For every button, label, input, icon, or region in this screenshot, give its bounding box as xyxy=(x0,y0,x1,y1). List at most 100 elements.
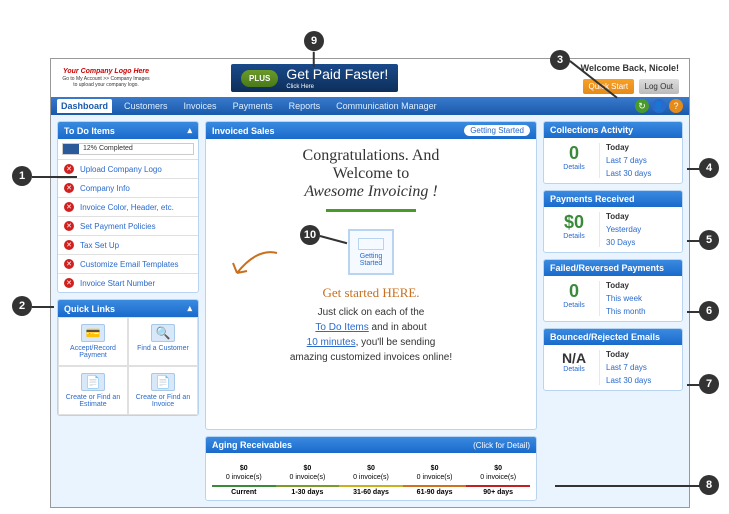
x-icon: ✕ xyxy=(64,183,74,193)
nav-payments[interactable]: Payments xyxy=(229,99,277,113)
aging-val: $0 xyxy=(339,465,403,472)
aging-col-current[interactable]: $0 0 invoice(s) Current xyxy=(212,465,276,496)
aging-col-61-90[interactable]: $0 0 invoice(s) 61-90 days xyxy=(403,465,467,496)
aging-hint: (Click for Detail) xyxy=(473,441,530,450)
stat-link-30days[interactable]: Last 30 days xyxy=(606,376,677,385)
stat-link-week[interactable]: This week xyxy=(606,294,677,303)
x-icon: ✕ xyxy=(64,240,74,250)
todo-item-invoice-color[interactable]: ✕Invoice Color, Header, etc. xyxy=(58,197,198,216)
todo-panel: To Do Items ▴ 12% Completed ✕ Upload Comp… xyxy=(57,121,199,293)
stat-num: $0 xyxy=(549,212,599,233)
log-out-button[interactable]: Log Out xyxy=(639,79,679,94)
stat-link-30days[interactable]: Last 30 days xyxy=(606,169,677,178)
refresh-icon[interactable]: ↻ xyxy=(635,99,649,113)
help-icon[interactable]: ? xyxy=(669,99,683,113)
todo-label: Set Payment Policies xyxy=(80,222,156,231)
logo-title: Your Company Logo Here xyxy=(61,68,151,76)
todo-item-payment-policies[interactable]: ✕ Set Payment Policies xyxy=(58,216,198,235)
film-icon xyxy=(358,238,384,250)
gs-box-label: Getting Started xyxy=(350,253,392,267)
stat-details-link[interactable]: Details xyxy=(549,302,599,309)
nav-customers[interactable]: Customers xyxy=(120,99,172,113)
todo-label: Invoice Start Number xyxy=(80,279,155,288)
aging-col-31-60[interactable]: $0 0 invoice(s) 31-60 days xyxy=(339,465,403,496)
aging-panel[interactable]: Aging Receivables (Click for Detail) $0 … xyxy=(205,436,537,501)
stat-today: Today xyxy=(606,350,677,359)
congrats-line2: Welcome to xyxy=(214,165,528,183)
getting-started-box[interactable]: Getting Started xyxy=(348,229,394,275)
ql-invoice[interactable]: 📄 Create or Find an Invoice xyxy=(128,366,198,415)
stat-title: Failed/Reversed Payments xyxy=(550,263,664,273)
invoice-icon: 📄 xyxy=(151,373,175,391)
stat-today: Today xyxy=(606,212,677,221)
aging-inv: 0 invoice(s) xyxy=(212,474,276,481)
ql-estimate[interactable]: 📄 Create or Find an Estimate xyxy=(58,366,128,415)
stat-link-month[interactable]: This month xyxy=(606,307,677,316)
todo-label: Company Info xyxy=(80,184,130,193)
banner-sub: Click Here xyxy=(286,84,388,90)
arrow-icon xyxy=(222,243,282,293)
aging-label: 90+ days xyxy=(466,485,530,496)
callout-2: 2 xyxy=(12,296,32,316)
x-icon: ✕ xyxy=(64,164,74,174)
callout-7: 7 xyxy=(699,374,719,394)
callout-4: 4 xyxy=(699,158,719,178)
aging-inv: 0 invoice(s) xyxy=(339,474,403,481)
todo-label: Upload Company Logo xyxy=(80,165,162,174)
plus-badge: PLUS xyxy=(241,70,278,87)
nav-dashboard[interactable]: Dashboard xyxy=(57,99,112,113)
todo-item-logo[interactable]: ✕ Upload Company Logo xyxy=(58,159,198,178)
stat-details-link[interactable]: Details xyxy=(549,366,599,373)
todo-item-email-templates[interactable]: ✕Customize Email Templates xyxy=(58,254,198,273)
aging-inv: 0 invoice(s) xyxy=(276,474,340,481)
x-icon: ✕ xyxy=(64,202,74,212)
banner-text: Get Paid Faster! xyxy=(286,66,388,82)
nav-invoices[interactable]: Invoices xyxy=(180,99,221,113)
stat-link-yesterday[interactable]: Yesterday xyxy=(606,225,677,234)
aging-label: 1-30 days xyxy=(276,485,340,496)
aging-inv: 0 invoice(s) xyxy=(403,474,467,481)
todo-item-company-info[interactable]: ✕ Company Info xyxy=(58,178,198,197)
chevron-up-icon: ▴ xyxy=(187,125,192,136)
nav-comm-manager[interactable]: Communication Manager xyxy=(332,99,441,113)
collections-panel: Collections Activity 0 Details Today Las… xyxy=(543,121,683,184)
user-icon[interactable]: 👤 xyxy=(652,99,666,113)
progress-bar: 12% Completed xyxy=(62,143,194,155)
aging-label: 31-60 days xyxy=(339,485,403,496)
callout-8: 8 xyxy=(699,475,719,495)
getting-started-tab[interactable]: Getting Started xyxy=(464,125,530,136)
callout-line xyxy=(555,485,705,487)
aging-col-90plus[interactable]: $0 0 invoice(s) 90+ days xyxy=(466,465,530,496)
todo-item-invoice-start[interactable]: ✕Invoice Start Number xyxy=(58,273,198,292)
promo-banner[interactable]: PLUS Get Paid Faster! Click Here xyxy=(231,64,398,92)
stat-today: Today xyxy=(606,281,677,290)
app-window: Your Company Logo Here Go to My Account … xyxy=(50,58,690,508)
ql-label: Create or Find an Invoice xyxy=(136,394,190,408)
invoiced-sales-title: Invoiced Sales xyxy=(212,126,275,136)
stat-num: N/A xyxy=(549,350,599,366)
instr-todo-link[interactable]: To Do Items xyxy=(315,322,368,333)
stat-link-7days[interactable]: Last 7 days xyxy=(606,156,677,165)
quicklinks-header[interactable]: Quick Links ▴ xyxy=(58,300,198,317)
stat-details-link[interactable]: Details xyxy=(549,233,599,240)
bounced-emails-panel: Bounced/Rejected Emails N/A Details Toda… xyxy=(543,328,683,391)
todo-item-tax[interactable]: ✕Tax Set Up xyxy=(58,235,198,254)
stat-title: Collections Activity xyxy=(550,125,633,135)
stat-details-link[interactable]: Details xyxy=(549,164,599,171)
todo-title: To Do Items xyxy=(64,126,115,136)
nav-reports[interactable]: Reports xyxy=(285,99,325,113)
customer-icon: 🔍 xyxy=(151,324,175,342)
company-logo-placeholder[interactable]: Your Company Logo Here Go to My Account … xyxy=(61,68,151,88)
ql-accept-payment[interactable]: 💳 Accept/Record Payment xyxy=(58,317,128,366)
logo-sub: Go to My Account >> Company Images to up… xyxy=(61,76,151,88)
callout-9: 9 xyxy=(304,31,324,51)
aging-header: Aging Receivables (Click for Detail) xyxy=(206,437,536,453)
callout-3: 3 xyxy=(550,50,570,70)
todo-header[interactable]: To Do Items ▴ xyxy=(58,122,198,139)
aging-col-1-30[interactable]: $0 0 invoice(s) 1-30 days xyxy=(276,465,340,496)
ql-find-customer[interactable]: 🔍 Find a Customer xyxy=(128,317,198,366)
callout-1: 1 xyxy=(12,166,32,186)
stat-link-30days[interactable]: 30 Days xyxy=(606,238,677,247)
stat-link-7days[interactable]: Last 7 days xyxy=(606,363,677,372)
x-icon: ✕ xyxy=(64,221,74,231)
